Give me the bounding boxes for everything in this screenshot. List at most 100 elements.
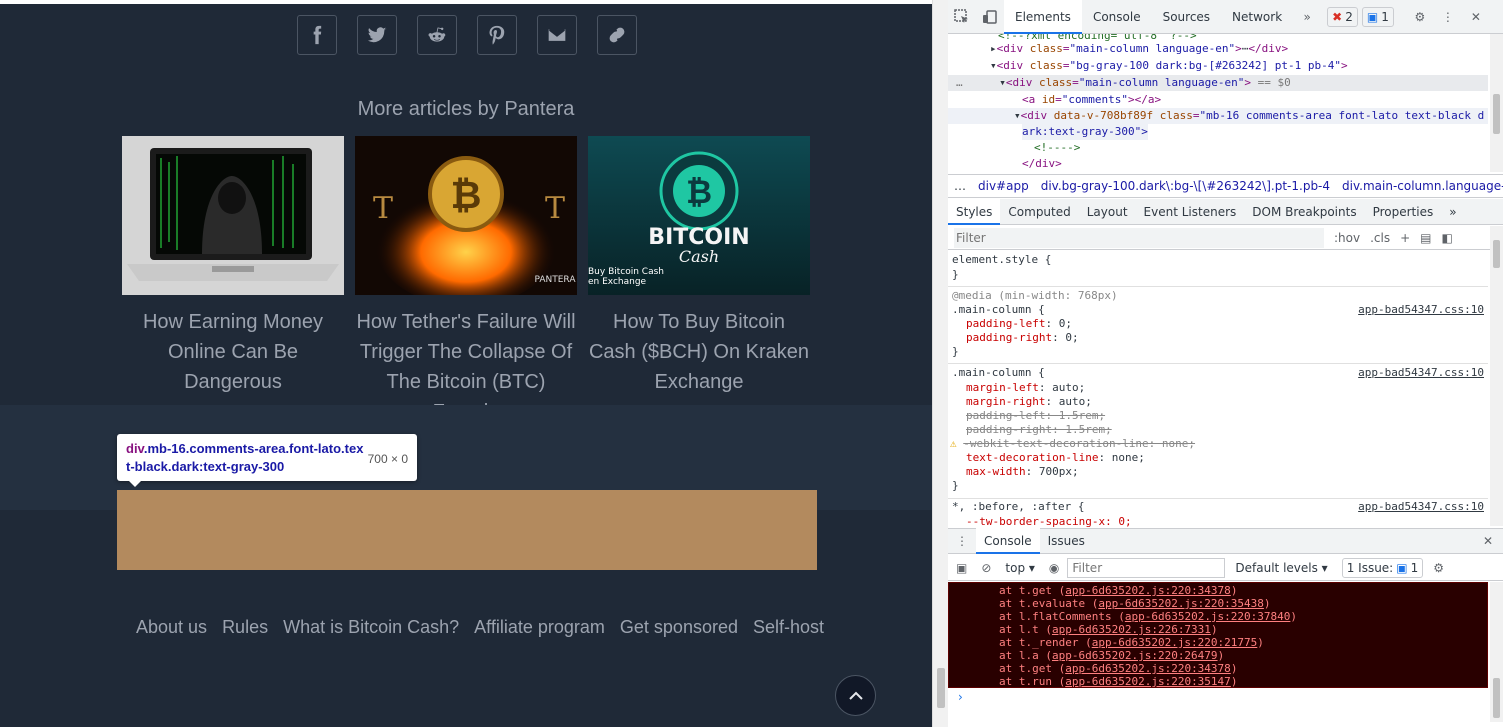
error-badge[interactable]: ✖ 2 [1327, 6, 1358, 27]
facebook-share-button[interactable] [297, 15, 337, 55]
hover-state-toggle[interactable]: :hov [1334, 231, 1360, 245]
pinterest-share-button[interactable] [477, 15, 517, 55]
more-tabs-icon[interactable]: » [1293, 3, 1321, 31]
tab-dom-breakpoints[interactable]: DOM Breakpoints [1244, 199, 1364, 225]
context-select[interactable]: top ▾ [1005, 561, 1035, 575]
stack-link[interactable]: app-6d635202.js:220:37840 [1125, 610, 1291, 623]
rule-selector[interactable]: .main-column { [952, 303, 1045, 317]
tab-sources[interactable]: Sources [1152, 0, 1221, 34]
article-thumbnail[interactable]: ₿ BITCOIN Cash Buy Bitcoin Cash en Excha… [588, 136, 810, 295]
drawer-menu-icon[interactable]: ⋮ [948, 534, 976, 548]
console-settings-icon[interactable]: ⚙ [1433, 561, 1444, 575]
page-scrollbar[interactable] [932, 0, 948, 727]
paint-icon[interactable]: ▤ [1420, 231, 1431, 245]
close-drawer-icon[interactable]: ✕ [1473, 534, 1503, 548]
device-toolbar-icon[interactable] [976, 3, 1004, 31]
reddit-share-button[interactable] [417, 15, 457, 55]
breadcrumb-more[interactable]: … [948, 179, 972, 193]
new-rule-icon[interactable]: + [1400, 231, 1410, 245]
css-property[interactable]: padding-left: 0; [966, 317, 1072, 331]
dom-line[interactable]: ▸<div class="main-column language-en">⋯<… [990, 41, 1288, 57]
css-property-warning[interactable]: ⚠ -webkit-text-decoration-line: none; [950, 437, 1195, 451]
log-levels-select[interactable]: Default levels ▾ [1235, 561, 1327, 575]
source-link[interactable]: app-bad54347.css:10 [1358, 366, 1484, 379]
css-property-overridden[interactable]: padding-right: 1.5rem; [966, 423, 1112, 437]
dom-line[interactable]: </div> [1022, 156, 1062, 172]
css-property-overridden[interactable]: padding-left: 1.5rem; [966, 409, 1105, 423]
article-card[interactable]: ₿ T T PANTERA How Tether's Failure Will … [355, 136, 577, 427]
settings-gear-icon[interactable]: ⚙ [1406, 3, 1434, 31]
footer-link-rules[interactable]: Rules [222, 617, 268, 638]
source-link[interactable]: app-bad54347.css:10 [1358, 303, 1484, 316]
console-filter-input[interactable] [1067, 557, 1226, 578]
dom-line[interactable]: <!----> [1034, 140, 1080, 156]
source-link[interactable]: app-bad54347.css:10 [1358, 500, 1484, 513]
stack-link[interactable]: app-6d635202.js:220:21775 [1092, 636, 1258, 649]
scrollbar-thumb[interactable] [937, 668, 945, 708]
article-title[interactable]: How To Buy Bitcoin Cash ($BCH) On Kraken… [588, 307, 810, 397]
css-property[interactable]: margin-right: auto; [966, 395, 1092, 409]
dom-line[interactable]: ▾<div class="bg-gray-100 dark:bg-[#26324… [990, 58, 1348, 74]
close-icon[interactable]: ✕ [1462, 3, 1490, 31]
stack-link[interactable]: app-6d635202.js:226:7331 [1052, 623, 1211, 636]
stack-link[interactable]: app-6d635202.js:220:35147 [1065, 675, 1231, 688]
article-thumbnail[interactable]: ₿ T T PANTERA [355, 136, 577, 295]
tab-issues[interactable]: Issues [1040, 528, 1093, 554]
styles-filter-input[interactable] [954, 227, 1324, 248]
info-badge[interactable]: ▣ 1 [1361, 6, 1394, 27]
stack-link[interactable]: app-6d635202.js:220:26479 [1052, 649, 1218, 662]
breadcrumb-item[interactable]: div#app [972, 179, 1035, 193]
css-property[interactable]: max-width: 700px; [966, 465, 1079, 479]
sidebar-icon[interactable]: ▣ [956, 561, 967, 575]
breadcrumb-item[interactable]: div.main-column.language-en [1336, 179, 1503, 193]
tab-styles[interactable]: Styles [948, 198, 1001, 225]
dom-line[interactable]: <a id="comments"></a> [1022, 92, 1161, 108]
kebab-menu-icon[interactable]: ⋮ [1434, 3, 1462, 31]
copy-link-button[interactable] [597, 15, 637, 55]
eye-icon[interactable]: ◉ [1049, 561, 1059, 575]
issues-badge[interactable]: 1 Issue: ▣ 1 [1341, 557, 1424, 578]
tab-console[interactable]: Console [1082, 0, 1152, 34]
scroll-to-top-button[interactable] [835, 675, 876, 716]
footer-link-sponsored[interactable]: Get sponsored [620, 617, 738, 638]
class-toggle[interactable]: .cls [1370, 231, 1390, 245]
footer-link-what-is-bch[interactable]: What is Bitcoin Cash? [283, 617, 459, 638]
twitter-share-button[interactable] [357, 15, 397, 55]
tab-event-listeners[interactable]: Event Listeners [1136, 199, 1245, 225]
sidebar-toggle-icon[interactable]: ◧ [1442, 231, 1453, 245]
selected-dom-line[interactable]: … ▾<div class="main-column language-en">… [948, 75, 1488, 91]
rule-selector[interactable]: element.style { [952, 253, 1051, 267]
email-share-button[interactable] [537, 15, 577, 55]
clear-console-icon[interactable]: ⊘ [981, 561, 991, 575]
article-thumbnail[interactable] [122, 136, 344, 295]
footer-link-affiliate[interactable]: Affiliate program [474, 617, 605, 638]
footer-link-self-host[interactable]: Self-host [753, 617, 824, 638]
elements-scrollbar[interactable] [1490, 34, 1503, 172]
footer-link-about[interactable]: About us [136, 617, 207, 638]
tab-layout[interactable]: Layout [1079, 199, 1136, 225]
more-subtabs-icon[interactable]: » [1441, 199, 1464, 225]
css-property[interactable]: text-decoration-line: none; [966, 451, 1145, 465]
tab-network[interactable]: Network [1221, 0, 1293, 34]
article-title[interactable]: How Earning Money Online Can Be Dangerou… [122, 307, 344, 397]
inspect-element-icon[interactable] [948, 3, 976, 31]
rule-selector[interactable]: .main-column { [952, 366, 1045, 380]
dom-line[interactable]: ▾<div data-v-708bf89f class="mb-16 comme… [948, 108, 1488, 124]
tab-properties[interactable]: Properties [1365, 199, 1442, 225]
css-property[interactable]: --tw-border-spacing-x: 0; [966, 515, 1132, 527]
console-prompt-icon[interactable]: › [958, 690, 963, 704]
stack-link[interactable]: app-6d635202.js:220:34378 [1065, 584, 1231, 597]
breadcrumb-item[interactable]: div.bg-gray-100.dark\:bg-\[\#263242\].pt… [1035, 179, 1336, 193]
tab-computed[interactable]: Computed [1000, 199, 1078, 225]
console-scrollbar[interactable] [1490, 582, 1503, 722]
rule-selector[interactable]: *, :before, :after { [952, 500, 1084, 514]
css-property[interactable]: margin-left: auto; [966, 381, 1085, 395]
styles-scrollbar[interactable] [1490, 226, 1503, 526]
article-card[interactable]: ₿ BITCOIN Cash Buy Bitcoin Cash en Excha… [588, 136, 810, 427]
stack-link[interactable]: app-6d635202.js:220:35438 [1098, 597, 1264, 610]
article-card[interactable]: How Earning Money Online Can Be Dangerou… [122, 136, 344, 427]
tab-elements[interactable]: Elements [1004, 0, 1082, 34]
css-property[interactable]: padding-right: 0; [966, 331, 1079, 345]
tab-console-drawer[interactable]: Console [976, 528, 1040, 554]
stack-link[interactable]: app-6d635202.js:220:34378 [1065, 662, 1231, 675]
